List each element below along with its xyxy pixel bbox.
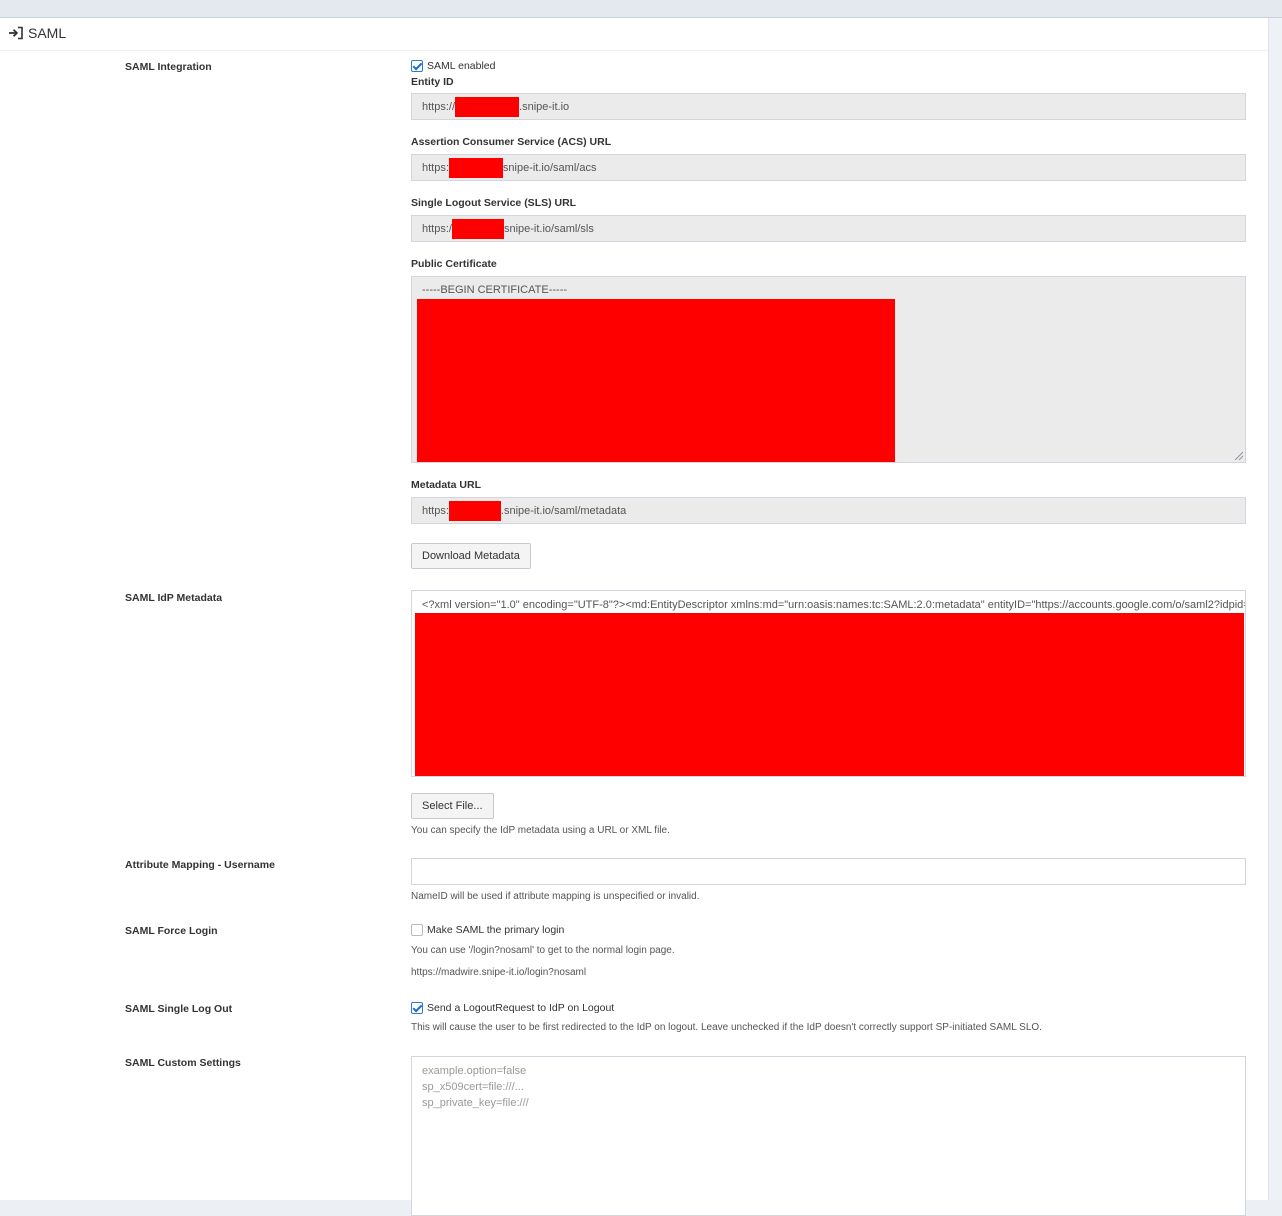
force-login-help: You can use '/login?nosaml' to get to th… bbox=[411, 945, 675, 956]
redaction-box bbox=[448, 500, 501, 521]
force-login-row[interactable]: Make SAML the primary login bbox=[411, 924, 564, 936]
panel-header: SAML bbox=[0, 18, 1268, 51]
redaction-box bbox=[448, 157, 503, 178]
select-file-button[interactable]: Select File... bbox=[411, 793, 494, 819]
public-certificate-label: Public Certificate bbox=[411, 258, 497, 270]
placeholder-line: sp_x509cert=file:///... bbox=[422, 1081, 524, 1093]
page-title-text: SAML bbox=[28, 25, 67, 41]
certificate-first-line: -----BEGIN CERTIFICATE----- bbox=[422, 284, 568, 296]
saml-enabled-row[interactable]: SAML enabled bbox=[411, 60, 496, 72]
acs-url-suffix: snipe-it.io/saml/acs bbox=[502, 161, 597, 174]
saml-enabled-checkbox[interactable] bbox=[411, 60, 423, 72]
idp-metadata-redaction bbox=[415, 613, 1244, 776]
redaction-box bbox=[451, 218, 504, 239]
idp-metadata-textarea[interactable]: <?xml version="1.0" encoding="UTF-8"?><m… bbox=[411, 590, 1246, 777]
attribute-mapping-help: NameID will be used if attribute mapping… bbox=[411, 891, 700, 902]
sign-in-icon bbox=[9, 26, 23, 40]
metadata-url-prefix: https: bbox=[422, 504, 449, 517]
idp-metadata-label: SAML IdP Metadata bbox=[125, 592, 223, 604]
page-title: SAML bbox=[8, 25, 66, 41]
idp-metadata-help: You can specify the IdP metadata using a… bbox=[411, 825, 670, 836]
sls-url-prefix: https:/ bbox=[422, 222, 452, 235]
force-login-url: https://madwire.snipe-it.io/login?nosaml bbox=[411, 967, 587, 978]
saml-enabled-label: SAML enabled bbox=[427, 60, 496, 72]
force-login-label: SAML Force Login bbox=[125, 925, 218, 937]
top-strip bbox=[0, 0, 1282, 18]
metadata-url-suffix: .snipe-it.io/saml/metadata bbox=[500, 504, 627, 517]
entity-id-prefix: https:// bbox=[422, 100, 456, 113]
acs-url-field[interactable]: https: snipe-it.io/saml/acs bbox=[411, 154, 1246, 181]
custom-settings-textarea[interactable]: example.option=false sp_x509cert=file://… bbox=[411, 1056, 1246, 1216]
single-logout-checkbox-label: Send a LogoutRequest to IdP on Logout bbox=[427, 1002, 615, 1014]
sls-url-field[interactable]: https:/ snipe-it.io/saml/sls bbox=[411, 215, 1246, 242]
force-login-checkbox-label: Make SAML the primary login bbox=[427, 924, 565, 936]
sls-url-suffix: snipe-it.io/saml/sls bbox=[503, 222, 594, 235]
metadata-url-label: Metadata URL bbox=[411, 479, 482, 491]
force-login-checkbox[interactable] bbox=[411, 924, 423, 936]
saml-settings-panel: SAML SAML Integration SAML enabled Entit… bbox=[0, 18, 1269, 1216]
sls-url-label: Single Logout Service (SLS) URL bbox=[411, 197, 577, 209]
redaction-box bbox=[455, 96, 520, 117]
scrollbar-track[interactable] bbox=[1269, 18, 1282, 1200]
single-logout-help: This will cause the user to be first red… bbox=[411, 1022, 1042, 1033]
resize-handle[interactable] bbox=[1235, 452, 1243, 460]
entity-id-field[interactable]: https:// .snipe-it.io bbox=[411, 93, 1246, 120]
acs-url-prefix: https: bbox=[422, 161, 449, 174]
placeholder-line: sp_private_key=file:/// bbox=[422, 1097, 529, 1109]
attribute-mapping-input[interactable] bbox=[411, 858, 1246, 885]
download-metadata-button[interactable]: Download Metadata bbox=[411, 543, 531, 569]
certificate-redaction bbox=[417, 299, 895, 462]
entity-id-label: Entity ID bbox=[411, 76, 454, 88]
placeholder-line: example.option=false bbox=[422, 1065, 527, 1077]
entity-id-suffix: .snipe-it.io bbox=[519, 100, 570, 113]
attribute-mapping-label: Attribute Mapping - Username bbox=[125, 859, 275, 871]
metadata-url-field[interactable]: https: .snipe-it.io/saml/metadata bbox=[411, 497, 1246, 524]
single-logout-label: SAML Single Log Out bbox=[125, 1003, 233, 1015]
saml-integration-label: SAML Integration bbox=[125, 61, 212, 73]
public-certificate-textarea[interactable]: -----BEGIN CERTIFICATE----- bbox=[411, 276, 1246, 463]
single-logout-row[interactable]: Send a LogoutRequest to IdP on Logout bbox=[411, 1002, 614, 1014]
acs-url-label: Assertion Consumer Service (ACS) URL bbox=[411, 136, 612, 148]
idp-metadata-first-line: <?xml version="1.0" encoding="UTF-8"?><m… bbox=[422, 599, 1246, 611]
custom-settings-label: SAML Custom Settings bbox=[125, 1057, 241, 1069]
single-logout-checkbox[interactable] bbox=[411, 1002, 423, 1014]
